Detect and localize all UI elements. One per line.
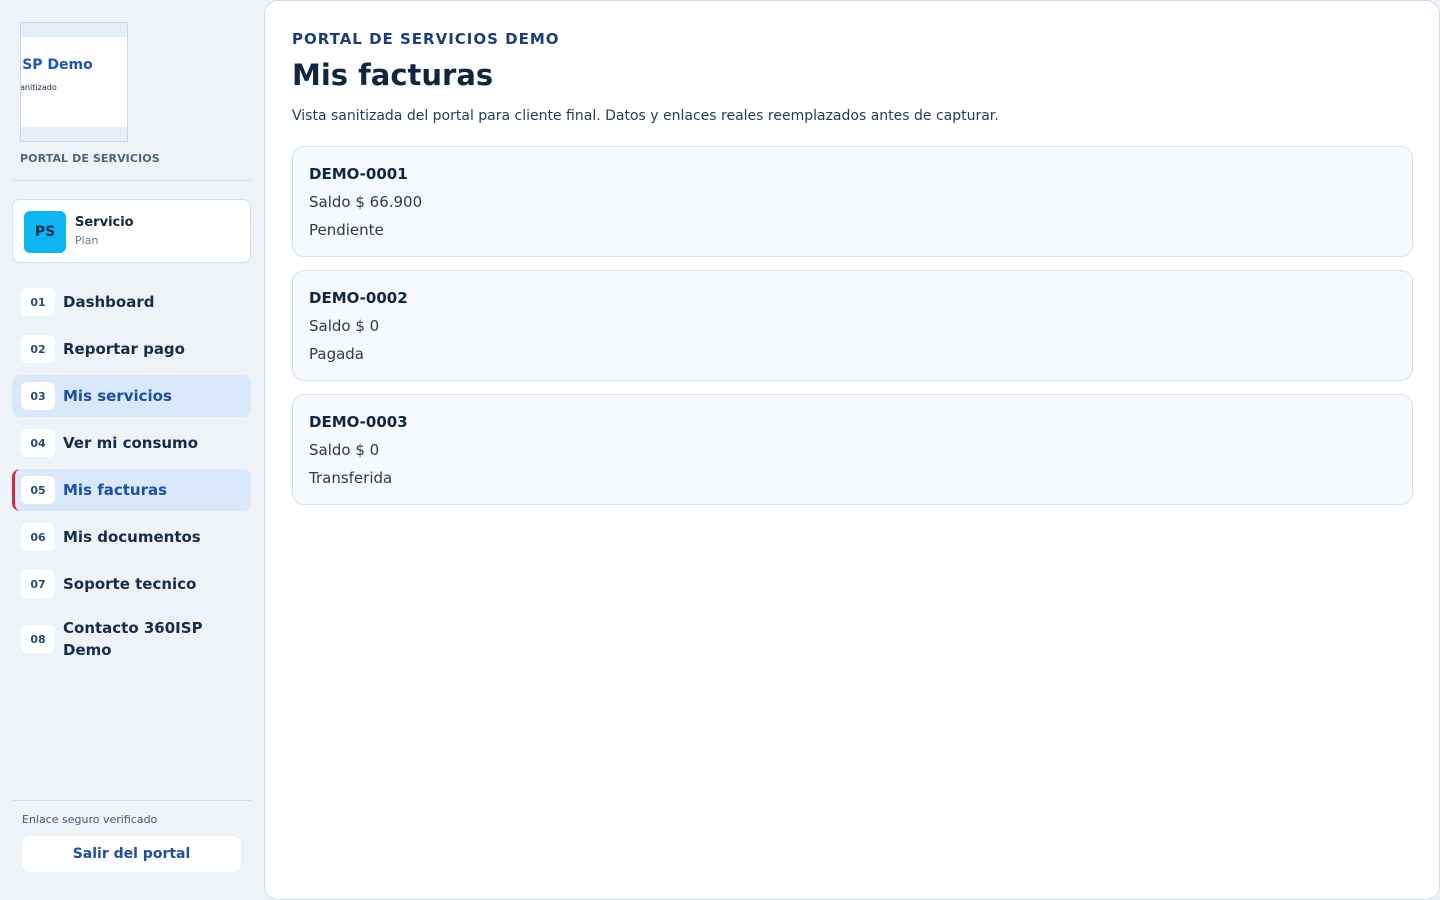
invoice-balance: Saldo $ 0 — [309, 441, 380, 459]
sidebar-item-mis-documentos[interactable]: 06 Mis documentos — [12, 516, 251, 558]
invoice-id: DEMO-0001 — [309, 165, 408, 183]
sidebar-item-label: Reportar pago — [63, 340, 185, 358]
sidebar-item-ver-mi-consumo[interactable]: 04 Ver mi consumo — [12, 422, 251, 464]
sidebar-item-number: 07 — [21, 570, 55, 598]
secure-link-text: Enlace seguro verificado — [22, 813, 158, 826]
sidebar-item-number: 05 — [21, 476, 55, 504]
service-plan: Plan — [75, 234, 99, 247]
logo-subtitle: Sanitizado — [20, 83, 57, 92]
invoice-status: Transferida — [309, 469, 393, 487]
sidebar-item-label: Mis documentos — [63, 528, 201, 546]
invoice-id: DEMO-0003 — [309, 413, 408, 431]
sidebar-item-number: 08 — [21, 625, 55, 653]
logo: ISP Demo Sanitizado — [20, 22, 128, 142]
sidebar-item-label: Mis facturas — [63, 481, 168, 499]
avatar: PS — [24, 211, 66, 253]
invoice-card[interactable]: DEMO-0002 Saldo $ 0 Pagada — [292, 270, 1413, 381]
sidebar: ISP Demo Sanitizado PORTAL DE SERVICIOS … — [0, 0, 264, 900]
divider — [12, 180, 251, 181]
page-title: Mis facturas — [292, 58, 494, 92]
sidebar-item-mis-servicios[interactable]: 03 Mis servicios — [12, 375, 251, 417]
exit-portal-button[interactable]: Salir del portal — [22, 836, 241, 872]
sidebar-item-contacto[interactable]: 08 Contacto 360ISP Demo — [12, 614, 251, 664]
logo-band-top — [21, 23, 127, 37]
sidebar-item-label: Contacto 360ISP Demo — [63, 619, 203, 659]
sidebar-item-reportar-pago[interactable]: 02 Reportar pago — [12, 328, 251, 370]
invoice-balance: Saldo $ 66.900 — [309, 193, 423, 211]
sidebar-item-number: 02 — [21, 335, 55, 363]
invoice-status: Pendiente — [309, 221, 384, 239]
sidebar-item-dashboard[interactable]: 01 Dashboard — [12, 281, 251, 323]
sidebar-item-label: Mis servicios — [63, 387, 172, 405]
invoice-balance: Saldo $ 0 — [309, 317, 380, 335]
app-root: ISP Demo Sanitizado PORTAL DE SERVICIOS … — [0, 0, 1440, 900]
sidebar-item-number: 01 — [21, 288, 55, 316]
sidebar-item-label: Soporte tecnico — [63, 575, 197, 593]
logo-title: ISP Demo — [20, 57, 93, 73]
sidebar-item-label: Dashboard — [63, 293, 155, 311]
page-description: Vista sanitizada del portal para cliente… — [292, 108, 999, 124]
service-card[interactable]: PS Servicio Plan — [12, 199, 251, 263]
divider — [12, 800, 251, 801]
sidebar-item-number: 04 — [21, 429, 55, 457]
invoice-card[interactable]: DEMO-0001 Saldo $ 66.900 Pendiente — [292, 146, 1413, 257]
sidebar-item-label: Ver mi consumo — [63, 434, 198, 452]
invoice-card[interactable]: DEMO-0003 Saldo $ 0 Transferida — [292, 394, 1413, 505]
portal-label: PORTAL DE SERVICIOS — [20, 152, 160, 165]
logo-band-bottom — [21, 127, 127, 141]
eyebrow-label: PORTAL DE SERVICIOS DEMO — [292, 30, 560, 48]
sidebar-item-number: 06 — [21, 523, 55, 551]
main-panel: PORTAL DE SERVICIOS DEMO Mis facturas Vi… — [264, 0, 1440, 900]
service-name: Servicio — [75, 215, 134, 230]
invoice-id: DEMO-0002 — [309, 289, 408, 307]
sidebar-item-number: 03 — [21, 382, 55, 410]
sidebar-item-soporte-tecnico[interactable]: 07 Soporte tecnico — [12, 563, 251, 605]
invoice-status: Pagada — [309, 345, 364, 363]
sidebar-item-mis-facturas[interactable]: 05 Mis facturas — [12, 469, 251, 511]
